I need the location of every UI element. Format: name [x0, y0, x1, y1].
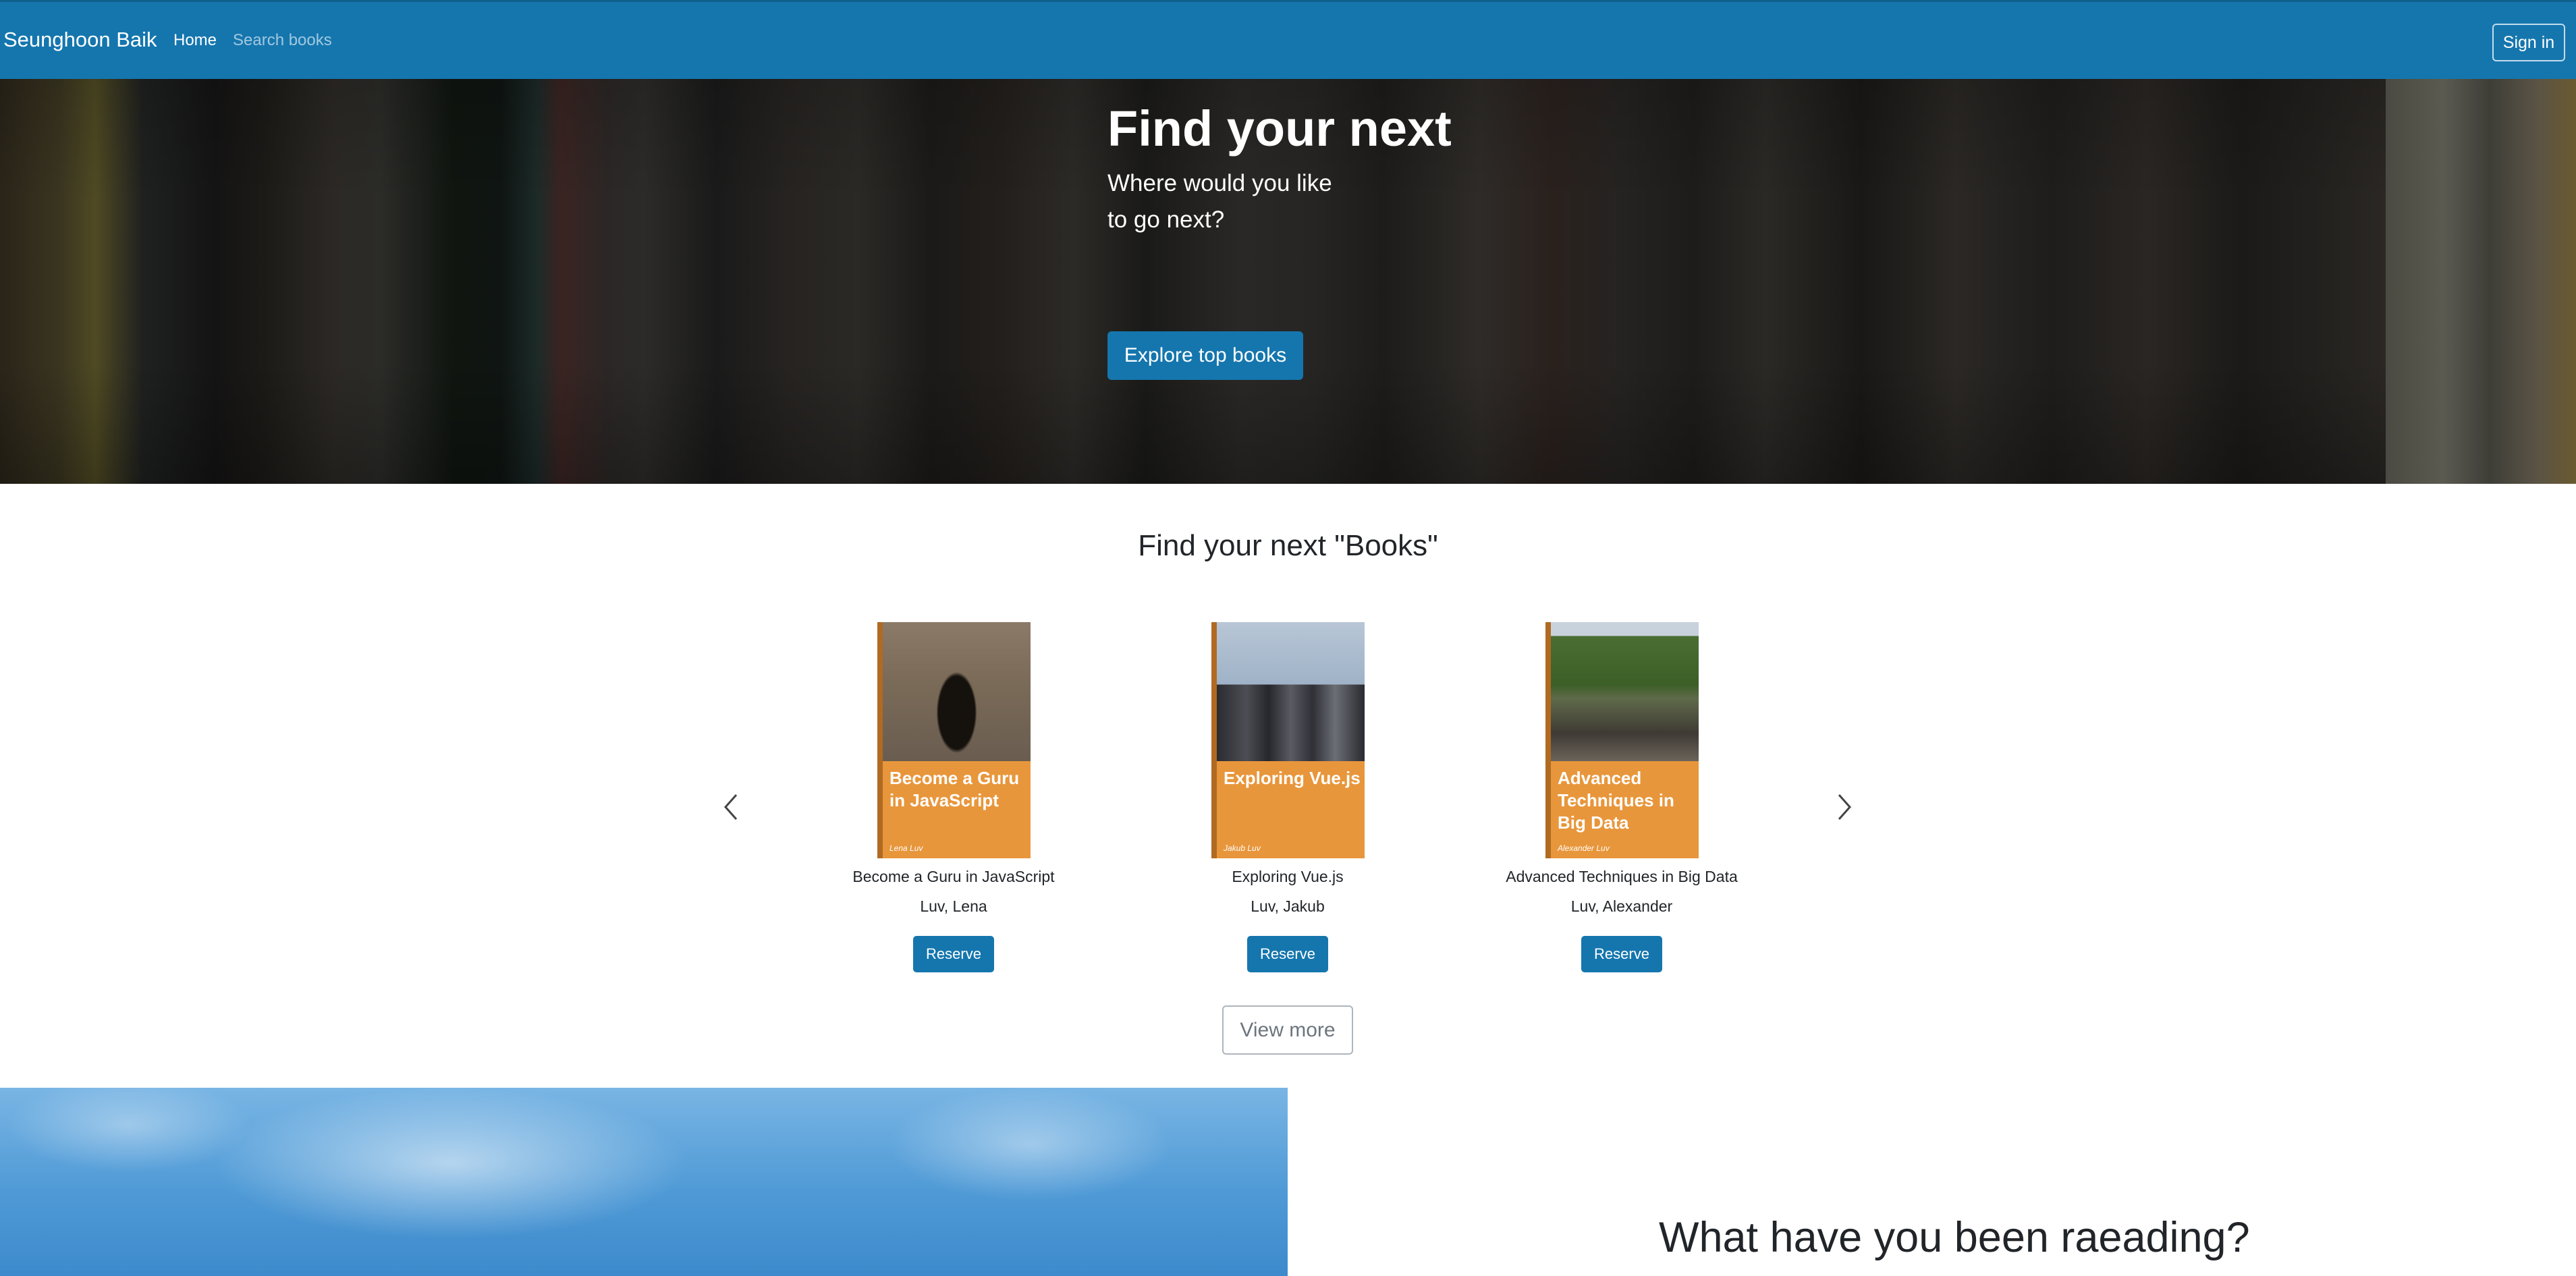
- book-author: Luv, Jakub: [1251, 897, 1325, 915]
- cover-photo: [1551, 622, 1699, 761]
- explore-top-books-button[interactable]: Explore top books: [1107, 331, 1303, 380]
- sky-image: [0, 1088, 1288, 1276]
- book-card: Exploring Vue.js Jakub Luv Exploring Vue…: [1153, 622, 1423, 980]
- top-navbar: Seunghoon Baik Home Search books Sign in: [0, 0, 2576, 79]
- cover-author: Lena Luv: [889, 843, 923, 853]
- book-card: Become a Guru in JavaScript Lena Luv Bec…: [819, 622, 1089, 980]
- nav-link-search-books[interactable]: Search books: [233, 31, 332, 50]
- books-section-title: Find your next "Books": [1138, 529, 1438, 562]
- reserve-button[interactable]: Reserve: [1247, 936, 1328, 972]
- hero-subtitle-line-2: to go next?: [1107, 206, 1225, 233]
- brand-name[interactable]: Seunghoon Baik: [3, 28, 157, 52]
- hero-side-image: [2386, 79, 2576, 484]
- cover-author: Jakub Luv: [1224, 843, 1261, 853]
- cover-title: Exploring Vue.js: [1224, 768, 1361, 788]
- book-title: Exploring Vue.js: [1232, 868, 1344, 885]
- hero-subtitle-line-1: Where would you like: [1107, 170, 1332, 196]
- chevron-left-icon[interactable]: [717, 787, 744, 827]
- reading-section-title: What have you been raeading?: [1659, 1214, 2250, 1261]
- cover-title: Become a Guru in JavaScript: [889, 768, 1020, 810]
- view-more-button[interactable]: View more: [1222, 1005, 1353, 1055]
- cover-photo: [883, 622, 1031, 761]
- book-cover[interactable]: Exploring Vue.js Jakub Luv: [1211, 622, 1365, 858]
- book-title: Advanced Techniques in Big Data: [1506, 868, 1738, 885]
- hero-subtitle: Where would you like to go next?: [1107, 165, 1377, 238]
- book-title: Become a Guru in JavaScript: [852, 868, 1055, 885]
- cover-photo: [1217, 622, 1365, 761]
- reserve-button[interactable]: Reserve: [1581, 936, 1662, 972]
- book-cover[interactable]: Advanced Techniques in Big Data Alexande…: [1545, 622, 1699, 858]
- cover-title: Advanced Techniques in Big Data: [1558, 768, 1674, 833]
- sign-in-button[interactable]: Sign in: [2492, 24, 2565, 61]
- book-cover[interactable]: Become a Guru in JavaScript Lena Luv: [877, 622, 1031, 858]
- book-author: Luv, Lena: [920, 897, 987, 915]
- book-card: Advanced Techniques in Big Data Alexande…: [1487, 622, 1757, 980]
- book-author: Luv, Alexander: [1570, 897, 1673, 915]
- hero-title: Find your next: [1107, 101, 1452, 157]
- cover-author: Alexander Luv: [1558, 843, 1610, 853]
- chevron-right-icon[interactable]: [1831, 787, 1858, 827]
- reserve-button[interactable]: Reserve: [913, 936, 994, 972]
- nav-link-home[interactable]: Home: [173, 31, 217, 50]
